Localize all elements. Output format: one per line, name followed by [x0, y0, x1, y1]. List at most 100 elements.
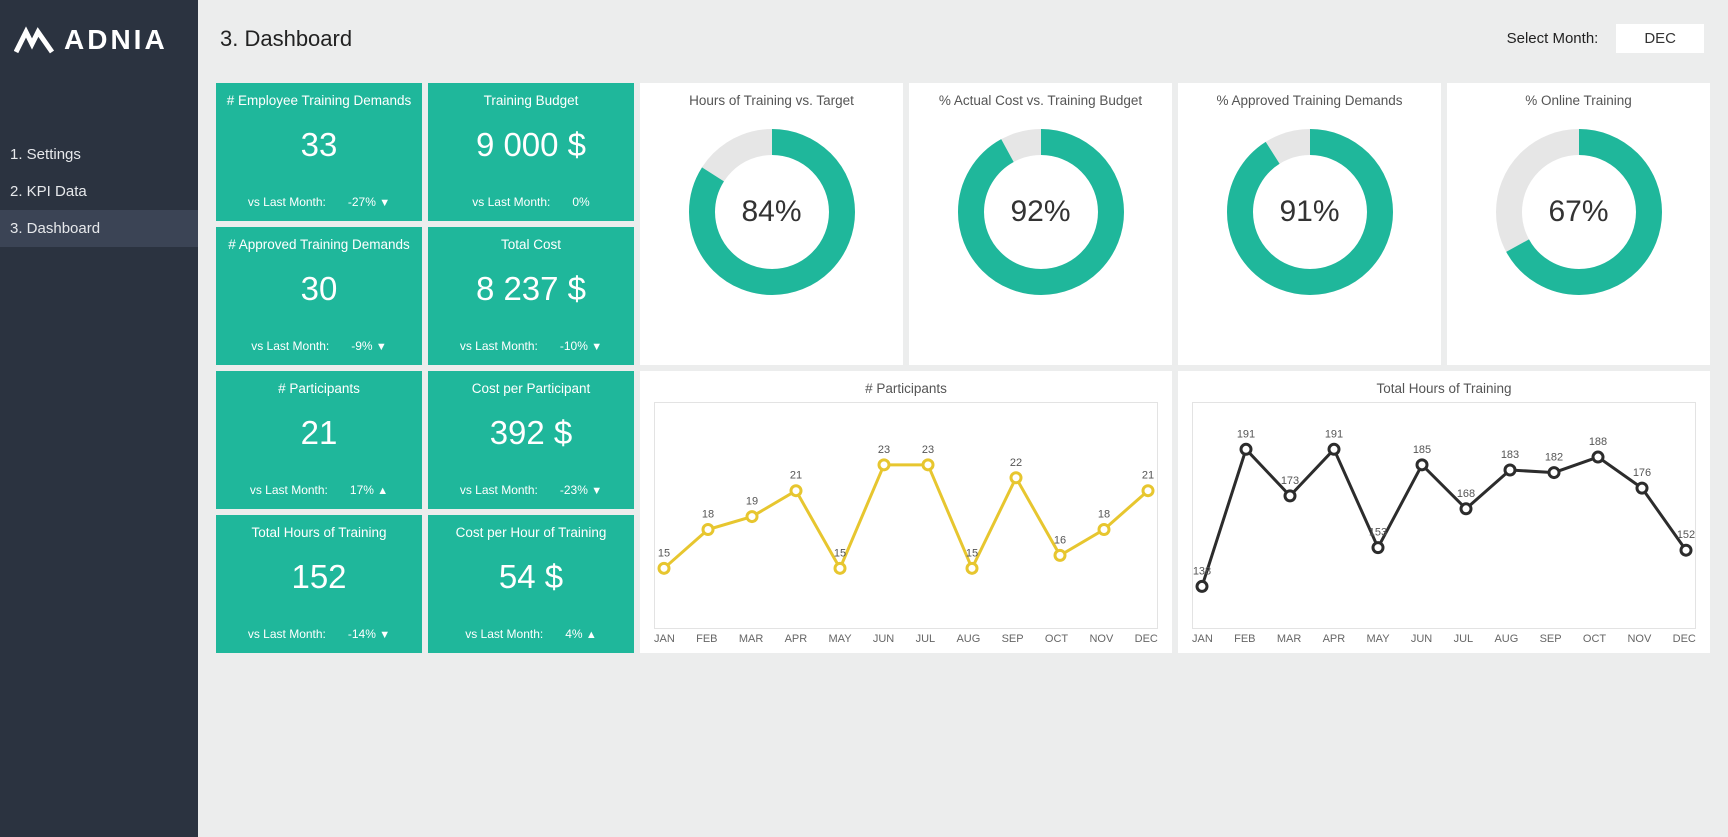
svg-text:18: 18 — [1098, 509, 1110, 521]
dashboard-grid: # Employee Training Demands 33 vs Last M… — [216, 83, 1710, 653]
kpi-value: 54 $ — [499, 558, 563, 596]
svg-text:173: 173 — [1281, 475, 1299, 487]
kpi-title: Total Cost — [501, 237, 561, 252]
svg-text:176: 176 — [1633, 467, 1651, 479]
triangle-down-icon: ▼ — [379, 197, 390, 209]
kpi-vs-label: vs Last Month: — [465, 627, 543, 641]
svg-text:18: 18 — [702, 509, 714, 521]
line-chart-participants: # Participants 151819211523231522161821 … — [640, 371, 1172, 653]
svg-text:22: 22 — [1010, 457, 1022, 469]
sidebar-item-kpi-data[interactable]: 2. KPI Data — [0, 173, 198, 210]
svg-text:153: 153 — [1369, 527, 1387, 539]
month-value[interactable]: DEC — [1616, 24, 1704, 53]
chart-plot: 151819211523231522161821 — [650, 402, 1162, 629]
donut-title: Hours of Training vs. Target — [689, 93, 854, 111]
kpi-vs-label: vs Last Month: — [251, 339, 329, 353]
svg-text:183: 183 — [1501, 449, 1519, 461]
kpi-footer: vs Last Month: -10% ▼ — [428, 339, 634, 353]
kpi-value: 8 237 $ — [476, 270, 586, 308]
kpi-title: Total Hours of Training — [251, 525, 386, 540]
kpi-vs-label: vs Last Month: — [248, 195, 326, 209]
kpi-training-budget: Training Budget 9 000 $ vs Last Month: 0… — [428, 83, 634, 221]
kpi-delta: -9% — [351, 339, 372, 353]
donut-title: % Online Training — [1525, 93, 1632, 111]
svg-text:191: 191 — [1237, 428, 1255, 440]
sidebar-item-settings[interactable]: 1. Settings — [0, 136, 198, 173]
topbar: 3. Dashboard Select Month: DEC — [216, 14, 1710, 83]
svg-text:15: 15 — [834, 547, 846, 559]
kpi-title: Training Budget — [484, 93, 579, 108]
donut-online-training: % Online Training 67% — [1447, 83, 1710, 365]
kpi-footer: vs Last Month: -14% ▼ — [216, 627, 422, 641]
kpi-delta: -10% — [560, 339, 588, 353]
kpi-delta: -23% — [560, 483, 588, 497]
donut-chart: 67% — [1494, 127, 1664, 297]
kpi-delta: 0% — [572, 195, 589, 209]
brand-name: ADNIA — [64, 24, 168, 56]
kpi-value: 30 — [301, 270, 338, 308]
donut-chart: 91% — [1225, 127, 1395, 297]
kpi-footer: vs Last Month: 17% ▲ — [216, 483, 422, 497]
donut-row: Hours of Training vs. Target 84% % Actua… — [640, 83, 1710, 365]
chart-title: Total Hours of Training — [1188, 381, 1700, 396]
svg-text:23: 23 — [878, 444, 890, 456]
triangle-up-icon: ▲ — [377, 485, 388, 497]
kpi-title: # Approved Training Demands — [228, 237, 410, 252]
svg-text:185: 185 — [1413, 444, 1431, 456]
svg-text:21: 21 — [1142, 470, 1154, 482]
kpi-footer: vs Last Month: -23% ▼ — [428, 483, 634, 497]
triangle-down-icon: ▼ — [376, 341, 387, 353]
svg-text:152: 152 — [1677, 529, 1695, 541]
kpi-delta: -27% — [348, 195, 376, 209]
svg-text:168: 168 — [1457, 488, 1475, 500]
kpi-value: 152 — [291, 558, 346, 596]
line-chart-total-hours: Total Hours of Training 1381911731911531… — [1178, 371, 1710, 653]
kpi-title: # Participants — [278, 381, 360, 396]
triangle-down-icon: ▼ — [379, 629, 390, 641]
svg-text:21: 21 — [790, 470, 802, 482]
kpi-title: Cost per Hour of Training — [456, 525, 607, 540]
chart-plot: 138191173191153185168183182188176152 — [1188, 402, 1700, 629]
sidebar: ADNIA 1. Settings 2. KPI Data 3. Dashboa… — [0, 0, 198, 837]
kpi-title: # Employee Training Demands — [227, 93, 412, 108]
svg-text:23: 23 — [922, 444, 934, 456]
logo-icon — [14, 26, 54, 54]
triangle-down-icon: ▼ — [591, 485, 602, 497]
kpi-vs-label: vs Last Month: — [460, 339, 538, 353]
kpi-delta: 17% — [350, 483, 374, 497]
donut-percent: 92% — [956, 127, 1126, 297]
month-label: Select Month: — [1507, 30, 1599, 47]
kpi-cost-per-hour-training: Cost per Hour of Training 54 $ vs Last M… — [428, 515, 634, 653]
donut-chart: 84% — [687, 127, 857, 297]
svg-text:16: 16 — [1054, 534, 1066, 546]
kpi-employee-training-demands: # Employee Training Demands 33 vs Last M… — [216, 83, 422, 221]
svg-text:191: 191 — [1325, 428, 1343, 440]
sidebar-item-dashboard[interactable]: 3. Dashboard — [0, 210, 198, 247]
kpi-footer: vs Last Month: -27% ▼ — [216, 195, 422, 209]
svg-text:188: 188 — [1589, 436, 1607, 448]
svg-text:182: 182 — [1545, 452, 1563, 464]
kpi-footer: vs Last Month: 4% ▲ — [428, 627, 634, 641]
sidebar-nav: 1. Settings 2. KPI Data 3. Dashboard — [0, 86, 198, 247]
triangle-up-icon: ▲ — [586, 629, 597, 641]
kpi-value: 9 000 $ — [476, 126, 586, 164]
kpi-vs-label: vs Last Month: — [250, 483, 328, 497]
kpi-value: 392 $ — [490, 414, 573, 452]
kpi-cost-per-participant: Cost per Participant 392 $ vs Last Month… — [428, 371, 634, 509]
kpi-delta: -14% — [348, 627, 376, 641]
kpi-value: 33 — [301, 126, 338, 164]
kpi-title: Cost per Participant — [472, 381, 591, 396]
svg-text:19: 19 — [746, 496, 758, 508]
kpi-delta: 4% — [565, 627, 582, 641]
brand-logo: ADNIA — [0, 0, 198, 86]
month-selector: Select Month: DEC — [1507, 24, 1704, 53]
donut-percent: 67% — [1494, 127, 1664, 297]
donut-cost-vs-budget: % Actual Cost vs. Training Budget 92% — [909, 83, 1172, 365]
kpi-footer: vs Last Month: 0% — [428, 195, 634, 209]
donut-title: % Approved Training Demands — [1216, 93, 1402, 111]
line-chart-row: # Participants 151819211523231522161821 … — [640, 371, 1710, 653]
triangle-down-icon: ▼ — [591, 341, 602, 353]
kpi-vs-label: vs Last Month: — [472, 195, 550, 209]
kpi-participants: # Participants 21 vs Last Month: 17% ▲ — [216, 371, 422, 509]
page-title: 3. Dashboard — [220, 26, 352, 52]
